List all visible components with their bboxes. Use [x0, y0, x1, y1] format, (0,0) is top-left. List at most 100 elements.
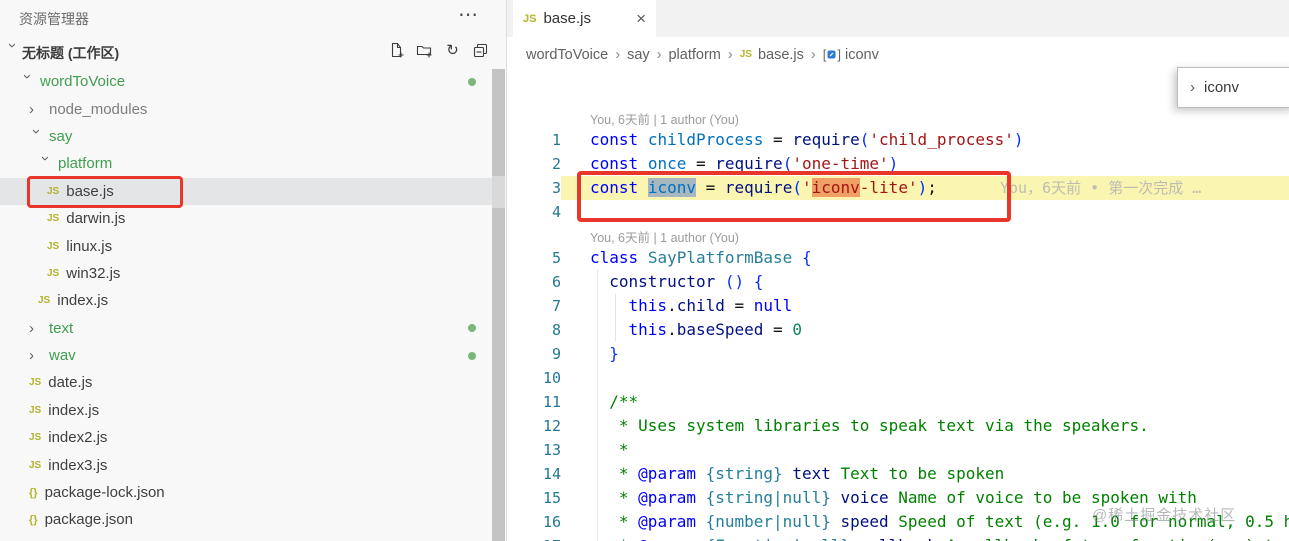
tree-item-platform[interactable]: › platform: [0, 150, 492, 177]
line-number: 9: [551, 345, 561, 363]
breadcrumb-separator: ›: [656, 46, 662, 63]
code-line-8[interactable]: 8 this.baseSpeed = 0: [507, 318, 1289, 342]
js-file-icon: JS: [29, 432, 42, 444]
code-line-9[interactable]: 9 }: [507, 342, 1289, 366]
tree-item-label: package-lock.json: [44, 484, 165, 502]
line-number: 13: [542, 441, 561, 459]
symbol-popup[interactable]: › iconv: [1177, 67, 1289, 108]
js-file-icon: JS: [47, 267, 60, 279]
js-file-icon: JS: [29, 459, 42, 471]
code-line-15[interactable]: 15 * @param {string|null} voice Name of …: [507, 486, 1289, 510]
tree-item-label: package.json: [44, 511, 133, 529]
line-number: 14: [542, 465, 561, 483]
tree-item-index3.js[interactable]: JS index3.js: [0, 451, 492, 478]
tree-item-darwin.js[interactable]: JS darwin.js: [0, 205, 492, 232]
codelens[interactable]: You, 6天前 | 1 author (You): [507, 112, 1289, 128]
tree-item-label: wav: [49, 347, 76, 365]
tree-item-text[interactable]: › text: [0, 315, 492, 342]
line-number: 11: [542, 393, 561, 411]
tree-item-index2.js[interactable]: JS index2.js: [0, 424, 492, 451]
tree-item-package.json[interactable]: {} package.json: [0, 506, 492, 533]
sidebar-scrollbar[interactable]: [492, 69, 505, 541]
workspace-section-header[interactable]: › 无标题 (工作区) ↻: [0, 36, 506, 68]
workspace-section-label: 无标题 (工作区): [22, 45, 120, 61]
code-line-7[interactable]: 7 this.child = null: [507, 294, 1289, 318]
json-file-icon: {}: [29, 513, 38, 526]
tree-item-index.js[interactable]: JS index.js: [0, 397, 492, 424]
js-file-icon: JS: [523, 12, 537, 25]
js-file-icon: JS: [47, 213, 60, 225]
refresh-icon[interactable]: ↻: [444, 42, 461, 59]
tree-item-label: text: [49, 319, 74, 337]
chevron-down-icon: ›: [28, 128, 45, 134]
line-number: 6: [551, 273, 561, 291]
breadcrumb-item-iconv[interactable]: [] iconv: [823, 47, 879, 63]
editor-group: JS base.js × wordToVoice › say › platform › JS…: [507, 0, 1289, 541]
breadcrumb-item-platform[interactable]: platform: [668, 47, 720, 63]
chevron-right-icon: ›: [29, 319, 34, 337]
breadcrumb-item-say[interactable]: say: [627, 47, 650, 63]
explorer-title: 资源管理器: [19, 11, 89, 27]
tree-item-linux.js[interactable]: JS linux.js: [0, 232, 492, 259]
breadcrumb-separator: ›: [810, 46, 816, 63]
line-number: 10: [542, 369, 561, 387]
line-number: 7: [551, 297, 561, 315]
tree-item-index.js[interactable]: JS index.js: [0, 287, 492, 314]
file-tree: › wordToVoice › node_modules › say › platform JS…: [0, 68, 492, 534]
code-line-1[interactable]: 1 const childProcess = require('child_pro…: [507, 128, 1289, 152]
line-number: 8: [551, 321, 561, 339]
tree-item-wav[interactable]: › wav: [0, 342, 492, 369]
code-line-3[interactable]: 3 const iconv = require('iconv-lite'); You…: [507, 176, 1289, 200]
line-number: 1: [551, 131, 561, 149]
tree-item-node_modules[interactable]: › node_modules: [0, 95, 492, 122]
codelens[interactable]: You, 6天前 | 1 author (You): [507, 230, 1289, 246]
js-file-icon: JS: [739, 49, 752, 60]
line-number: 5: [551, 249, 561, 267]
js-file-icon: JS: [29, 404, 42, 416]
collapse-all-icon[interactable]: [472, 42, 489, 59]
tree-item-package-lock.json[interactable]: {} package-lock.json: [0, 479, 492, 506]
chevron-right-icon: ›: [29, 347, 34, 365]
line-number: 2: [551, 155, 561, 173]
code-line-5[interactable]: 5 class SayPlatformBase {: [507, 246, 1289, 270]
js-file-icon: JS: [47, 240, 60, 252]
breadcrumb-item-base.js[interactable]: JS base.js: [740, 47, 804, 63]
tree-item-wordToVoice[interactable]: › wordToVoice: [0, 68, 492, 95]
more-actions-icon[interactable]: ⋯: [458, 2, 478, 27]
tab-bar: JS base.js ×: [507, 0, 1289, 37]
tree-item-say[interactable]: › say: [0, 123, 492, 150]
code-line-16[interactable]: 16 * @param {number|null} speed Speed of…: [507, 510, 1289, 534]
explorer-title-row: 资源管理器 ⋯: [0, 0, 506, 36]
new-file-icon[interactable]: [388, 42, 405, 59]
tree-item-label: platform: [58, 155, 113, 173]
breadcrumb-item-wordToVoice[interactable]: wordToVoice: [526, 47, 608, 63]
code-line-11[interactable]: 11 /**: [507, 390, 1289, 414]
tree-item-label: date.js: [48, 374, 93, 392]
code-line-17[interactable]: 17 * @param {Function|null} callback A c…: [507, 534, 1289, 541]
chevron-right-icon: ›: [29, 100, 34, 118]
code-area[interactable]: You, 6天前 | 1 author (You) 1 const childPro…: [507, 72, 1289, 541]
js-file-icon: JS: [29, 377, 42, 389]
tab-base-js[interactable]: JS base.js ×: [513, 0, 656, 37]
tree-item-label: index.js: [57, 292, 109, 310]
tree-item-label: index3.js: [48, 456, 108, 474]
code-line-14[interactable]: 14 * @param {string} text Text to be spo…: [507, 462, 1289, 486]
line-number: 12: [542, 417, 561, 435]
code-line-10[interactable]: 10: [507, 366, 1289, 390]
code-line-4[interactable]: 4: [507, 200, 1289, 224]
breadcrumb: wordToVoice › say › platform › JS base.js › [] ico…: [507, 37, 1289, 72]
popup-symbol-label: iconv: [1204, 79, 1240, 96]
code-line-6[interactable]: 6 constructor () {: [507, 270, 1289, 294]
chevron-down-icon: ›: [19, 74, 36, 80]
code-line-12[interactable]: 12 * Uses system libraries to speak text…: [507, 414, 1289, 438]
tree-item-date.js[interactable]: JS date.js: [0, 369, 492, 396]
close-icon[interactable]: ×: [636, 9, 646, 29]
js-file-icon: JS: [47, 185, 60, 197]
tree-item-win32.js[interactable]: JS win32.js: [0, 260, 492, 287]
line-number: 4: [551, 203, 561, 221]
code-line-2[interactable]: 2 const once = require('one-time'): [507, 152, 1289, 176]
tree-item-base.js[interactable]: JS base.js: [0, 177, 492, 205]
code-line-13[interactable]: 13 *: [507, 438, 1289, 462]
new-folder-icon[interactable]: [416, 42, 433, 59]
tree-item-label: node_modules: [49, 100, 148, 118]
